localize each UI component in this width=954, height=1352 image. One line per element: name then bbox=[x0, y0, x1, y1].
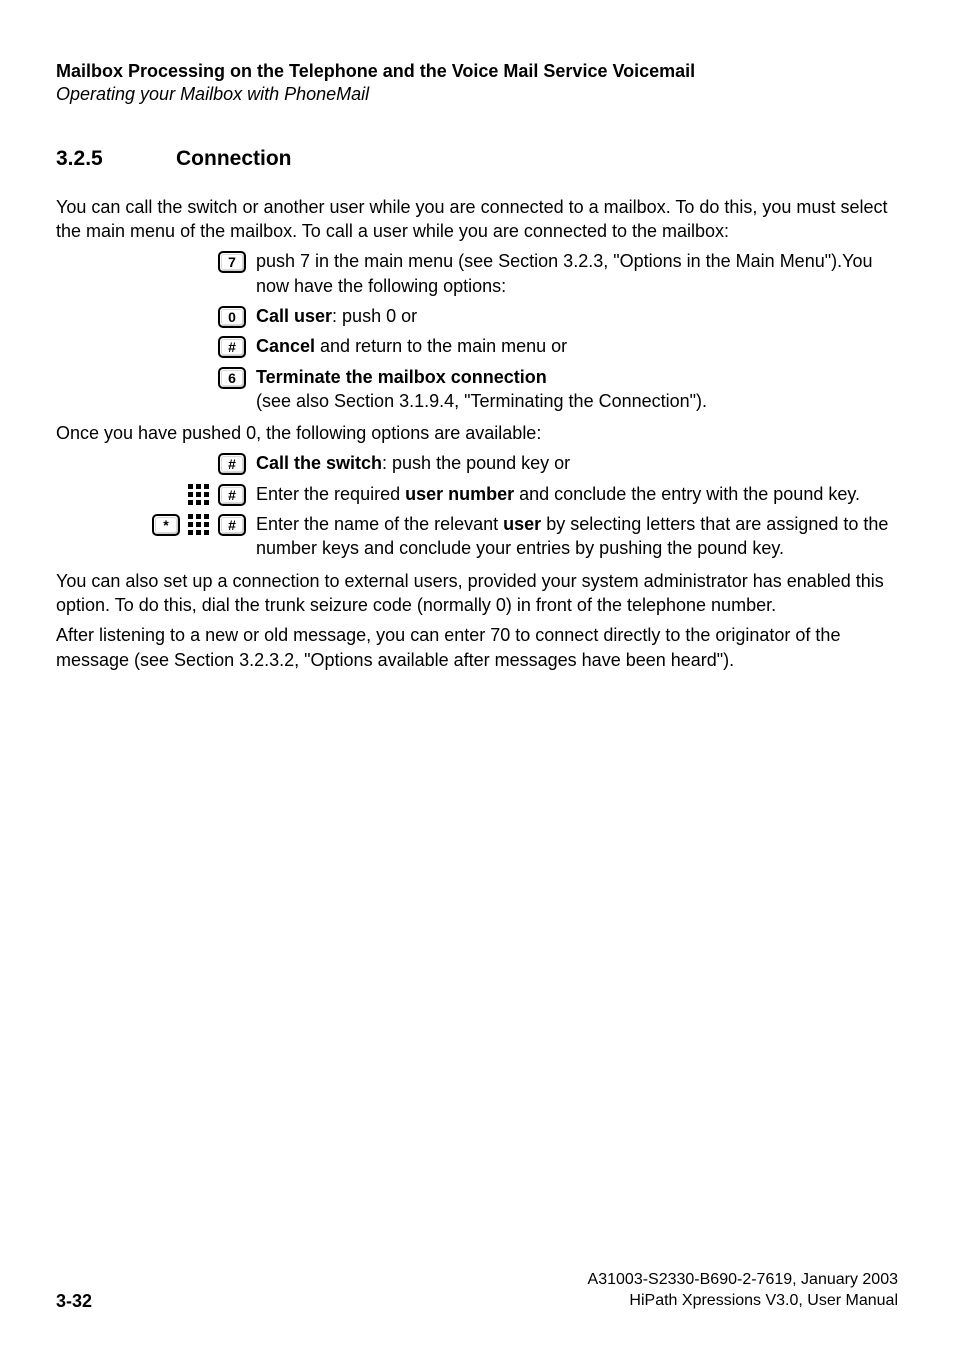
emphasis-text: user number bbox=[405, 484, 514, 504]
keypad-icon bbox=[188, 514, 210, 536]
emphasis-text: Call user bbox=[256, 306, 332, 326]
key-7-icon: 7 bbox=[218, 251, 246, 273]
step-text: Call the switch: push the pound key or bbox=[256, 451, 898, 475]
key-pound-icon: # bbox=[218, 484, 246, 506]
instruction-step: # Cancel and return to the main menu or bbox=[56, 334, 898, 358]
emphasis-text: Terminate the mailbox connection bbox=[256, 367, 547, 387]
key-pound-icon: # bbox=[218, 453, 246, 475]
section-number: 3.2.5 bbox=[56, 147, 126, 171]
section-title: Connection bbox=[176, 147, 292, 171]
instruction-step: *#Enter the name of the relevant user by… bbox=[56, 512, 898, 561]
step-key-column: # bbox=[56, 334, 256, 358]
step-text: push 7 in the main menu (see Section 3.2… bbox=[256, 249, 898, 298]
intro-paragraph: You can call the switch or another user … bbox=[56, 195, 898, 244]
step-text: Terminate the mailbox connection(see als… bbox=[256, 365, 898, 414]
footer-doc-id: A31003-S2330-B690-2-7619, January 2003 bbox=[588, 1269, 898, 1291]
instruction-step: # Call the switch: push the pound key or bbox=[56, 451, 898, 475]
step-key-column: 7 bbox=[56, 249, 256, 273]
key-6-icon: 6 bbox=[218, 367, 246, 389]
page-footer: 3-32 A31003-S2330-B690-2-7619, January 2… bbox=[56, 1269, 898, 1312]
emphasis-text: Call the switch bbox=[256, 453, 382, 473]
header-title: Mailbox Processing on the Telephone and … bbox=[56, 60, 898, 83]
keypad-icon bbox=[188, 484, 210, 506]
closing-paragraph-2: After listening to a new or old message,… bbox=[56, 623, 898, 672]
step-key-column: # bbox=[56, 451, 256, 475]
key-pound-icon: # bbox=[218, 514, 246, 536]
section-heading: 3.2.5 Connection bbox=[56, 147, 898, 171]
key-0-icon: 0 bbox=[218, 306, 246, 328]
step-text: Enter the required user number and concl… bbox=[256, 482, 898, 506]
step-key-column: 6 bbox=[56, 365, 256, 389]
mid-instruction: Once you have pushed 0, the following op… bbox=[56, 421, 898, 445]
emphasis-text: Cancel bbox=[256, 336, 315, 356]
instruction-step: # Enter the required user number and conc… bbox=[56, 482, 898, 506]
step-key-column: 0 bbox=[56, 304, 256, 328]
footer-product: HiPath Xpressions V3.0, User Manual bbox=[588, 1290, 898, 1312]
page-number: 3-32 bbox=[56, 1291, 92, 1312]
step-key-column: # bbox=[56, 482, 256, 506]
key-star-icon: * bbox=[152, 514, 180, 536]
closing-paragraph-1: You can also set up a connection to exte… bbox=[56, 569, 898, 618]
step-text: Enter the name of the relevant user by s… bbox=[256, 512, 898, 561]
step-text: Call user: push 0 or bbox=[256, 304, 898, 328]
instruction-step: 7 push 7 in the main menu (see Section 3.… bbox=[56, 249, 898, 298]
step-key-column: *# bbox=[56, 512, 256, 536]
key-pound-icon: # bbox=[218, 336, 246, 358]
header-subtitle: Operating your Mailbox with PhoneMail bbox=[56, 83, 898, 106]
instruction-step: 0 Call user: push 0 or bbox=[56, 304, 898, 328]
emphasis-text: user bbox=[503, 514, 541, 534]
step-text: Cancel and return to the main menu or bbox=[256, 334, 898, 358]
instruction-step: 6 Terminate the mailbox connection(see al… bbox=[56, 365, 898, 414]
